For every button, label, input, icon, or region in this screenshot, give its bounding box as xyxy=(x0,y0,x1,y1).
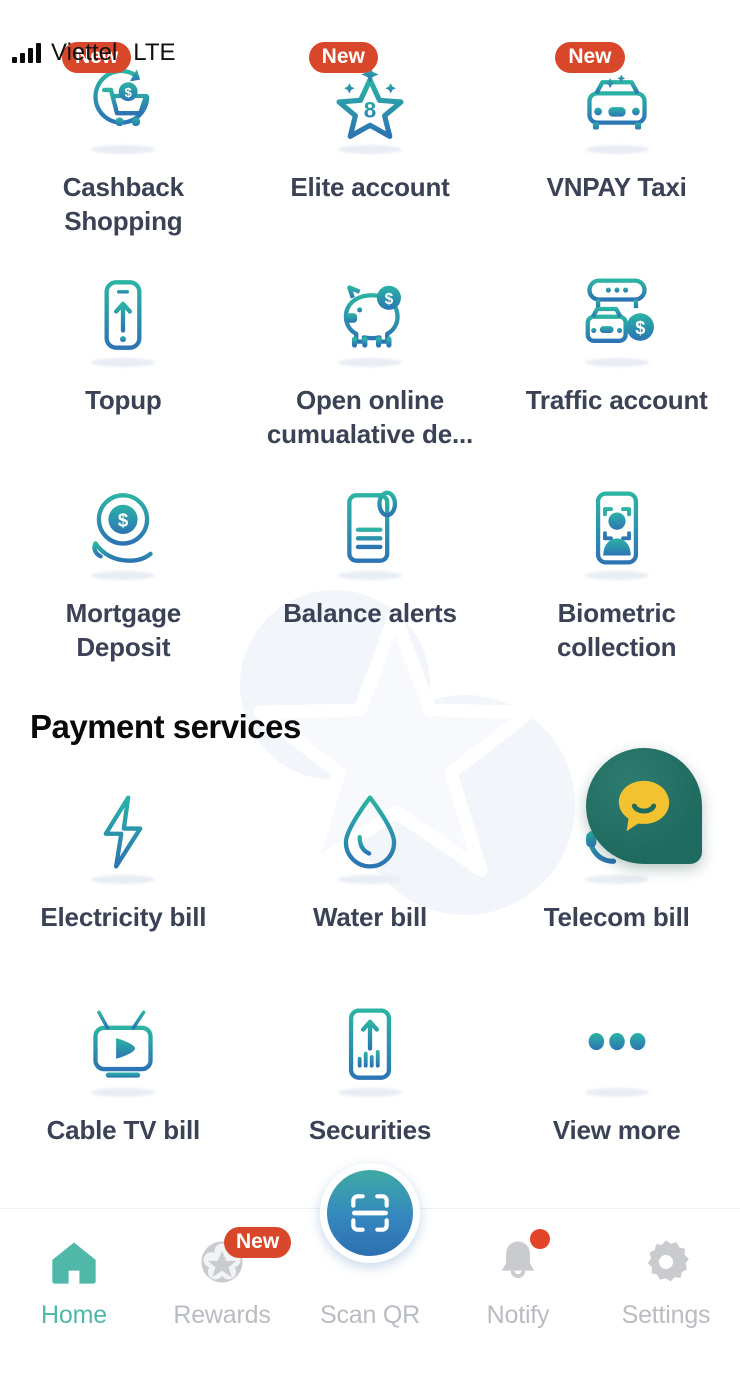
scan-qr-fab[interactable] xyxy=(320,1163,420,1263)
payment-label: View more xyxy=(552,1115,681,1145)
service-label: Balance alerts xyxy=(283,598,457,628)
service-item-cashback-shopping[interactable]: $ New Cashback Shopping xyxy=(0,40,247,253)
service-label: Mortgage Deposit xyxy=(65,598,182,663)
payment-item-water-bill[interactable]: Water bill xyxy=(247,770,494,983)
nav-label: Home xyxy=(41,1301,107,1329)
section-title-payment-services: Payment services xyxy=(30,708,301,745)
gear-icon xyxy=(639,1235,693,1289)
service-label: Topup xyxy=(85,385,162,415)
biometric-face-icon xyxy=(569,480,665,580)
icon-shadow xyxy=(337,571,402,580)
bottom-navigation: Home New Rewards Scan QR Notify Settings xyxy=(0,1163,740,1376)
service-label: Traffic account xyxy=(525,385,708,415)
mortgage-coin-hand-icon: $ xyxy=(75,480,171,580)
service-label: Elite account xyxy=(290,172,450,202)
svg-text:$: $ xyxy=(385,291,394,308)
nav-item-home[interactable]: Home xyxy=(0,1209,148,1376)
svg-text:$: $ xyxy=(635,318,645,338)
icon-shadow xyxy=(337,358,402,367)
svg-text:8: 8 xyxy=(364,97,376,122)
payment-label: Cable TV bill xyxy=(46,1115,201,1145)
service-item-vnpay-taxi[interactable]: New VNPAY Taxi xyxy=(493,40,740,253)
payment-item-view-more[interactable]: View more xyxy=(493,983,740,1196)
phone-topup-icon xyxy=(75,267,171,367)
network-type: LTE xyxy=(133,39,176,66)
icon-shadow xyxy=(337,145,402,154)
payment-item-electricity-bill[interactable]: Electricity bill xyxy=(0,770,247,983)
payment-label: Water bill xyxy=(312,902,428,932)
icon-shadow xyxy=(91,571,156,580)
home-icon xyxy=(47,1235,101,1289)
nav-label: Notify xyxy=(486,1301,550,1329)
svg-text:$: $ xyxy=(125,85,132,100)
three-dots-icon xyxy=(569,997,665,1097)
icon-shadow xyxy=(584,358,649,367)
icon-shadow xyxy=(91,145,156,154)
status-bar: Viettel LTE xyxy=(0,36,740,70)
icon-shadow xyxy=(91,1088,156,1097)
service-label: Cashback Shopping xyxy=(62,172,184,237)
service-item-open-online-cumulative-deposit[interactable]: $ Open online cumualative de... xyxy=(247,253,494,466)
services-grid: $ New Cashback Shopping 8 New Elite acco… xyxy=(0,40,740,679)
icon-shadow xyxy=(584,1088,649,1097)
service-item-mortgage-deposit[interactable]: $ Mortgage Deposit xyxy=(0,466,247,679)
icon-shadow xyxy=(584,571,649,580)
app-screen: Viettel LTE $ New Cashback Shopping 8 Ne… xyxy=(0,0,740,1376)
nav-item-rewards[interactable]: New Rewards xyxy=(148,1209,296,1376)
service-label: VNPAY Taxi xyxy=(546,172,687,202)
icon-shadow xyxy=(337,875,402,884)
signal-bars-icon xyxy=(12,43,41,63)
icon-shadow xyxy=(91,875,156,884)
service-label: Biometric collection xyxy=(556,598,677,663)
traffic-account-icon: $ xyxy=(569,267,665,367)
service-item-traffic-account[interactable]: $ Traffic account xyxy=(493,253,740,466)
payment-label: Telecom bill xyxy=(543,902,690,932)
nav-label: Rewards xyxy=(173,1301,271,1329)
icon-shadow xyxy=(337,1088,402,1097)
nav-badge-new: New xyxy=(224,1227,292,1259)
payment-item-cable-tv-bill[interactable]: Cable TV bill xyxy=(0,983,247,1196)
svg-text:$: $ xyxy=(118,510,129,531)
nav-label: Scan QR xyxy=(319,1301,421,1329)
notification-dot xyxy=(530,1229,550,1249)
chat-smiley-bubble-icon xyxy=(618,780,670,832)
payment-label: Electricity bill xyxy=(40,902,207,932)
icon-shadow xyxy=(584,145,649,154)
nav-item-settings[interactable]: Settings xyxy=(592,1209,740,1376)
payment-label: Securities xyxy=(308,1115,432,1145)
carrier-name: Viettel xyxy=(51,39,118,66)
icon-shadow xyxy=(584,875,649,884)
qr-scan-icon xyxy=(351,1194,389,1232)
balance-alert-document-icon xyxy=(322,480,418,580)
service-item-elite-account[interactable]: 8 New Elite account xyxy=(247,40,494,253)
nav-item-scan-qr[interactable]: Scan QR xyxy=(296,1163,444,1376)
service-label: Open online cumualative de... xyxy=(266,385,474,450)
chat-support-button[interactable] xyxy=(586,748,702,864)
service-item-balance-alerts[interactable]: Balance alerts xyxy=(247,466,494,679)
water-drop-icon xyxy=(322,784,418,884)
icon-shadow xyxy=(91,358,156,367)
service-item-topup[interactable]: Topup xyxy=(0,253,247,466)
service-item-biometric-collection[interactable]: Biometric collection xyxy=(493,466,740,679)
lightning-bolt-icon xyxy=(75,784,171,884)
piggy-bank-icon: $ xyxy=(322,267,418,367)
nav-item-notify[interactable]: Notify xyxy=(444,1209,592,1376)
television-icon xyxy=(75,997,171,1097)
nav-label: Settings xyxy=(621,1301,711,1329)
securities-chart-icon xyxy=(322,997,418,1097)
